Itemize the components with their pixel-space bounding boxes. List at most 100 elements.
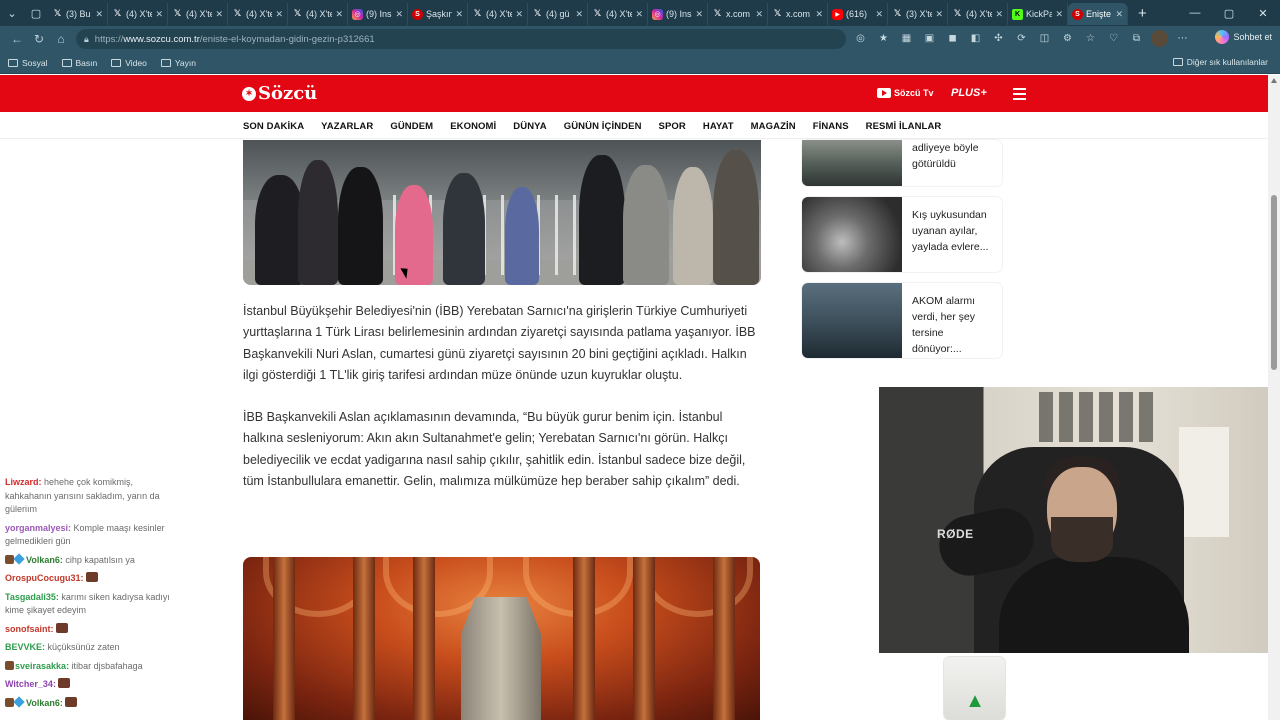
- nav-item[interactable]: YAZARLAR: [321, 121, 373, 132]
- sidebar-news-card[interactable]: AKOM alarmı verdi, her şey tersine dönüy…: [802, 283, 1002, 358]
- browser-tab[interactable]: 𝕏 (3) X'te ✕: [888, 3, 948, 25]
- address-bar[interactable]: 🔒︎ https://www.sozcu.com.tr/eniste-el-ko…: [76, 29, 846, 49]
- nav-item[interactable]: FİNANS: [813, 121, 849, 132]
- nav-item[interactable]: SPOR: [659, 121, 686, 132]
- chat-username: OrospuCocugu31: [5, 573, 81, 583]
- stream-chat-overlay: Liwzard: hehehe çok komikmiş, kahkahanın…: [5, 476, 173, 715]
- browser-tab[interactable]: ▶ (616) ✕: [828, 3, 888, 25]
- new-tab-button[interactable]: +: [1138, 5, 1147, 22]
- browser-tab[interactable]: S Enişte ✕: [1068, 3, 1128, 25]
- close-tab-icon[interactable]: ✕: [1115, 9, 1123, 20]
- workspaces-icon[interactable]: ▢: [24, 0, 48, 26]
- plus-link[interactable]: PLUS+: [951, 87, 987, 99]
- nav-item[interactable]: HAYAT: [703, 121, 734, 132]
- home-button[interactable]: ⌂: [50, 32, 72, 46]
- browser-tab[interactable]: 𝕏x.com ✕: [768, 3, 828, 25]
- browser-tab[interactable]: 𝕏 (4) X'te ✕: [168, 3, 228, 25]
- tab-title: (4) X'te: [186, 9, 213, 19]
- reader-icon[interactable]: ◎: [852, 30, 869, 47]
- bookmark-folder-sosyal[interactable]: Sosyal: [8, 58, 48, 68]
- x-icon: 𝕏: [293, 9, 302, 19]
- scrollbar-thumb[interactable]: [1271, 195, 1277, 370]
- extension-icon-1[interactable]: ▦: [898, 30, 915, 47]
- nav-item[interactable]: GÜNDEM: [390, 121, 433, 132]
- browser-tab[interactable]: ◎ (9) Ins ✕: [348, 3, 408, 25]
- tree-icon: ▲: [965, 690, 985, 712]
- browser-tab[interactable]: 𝕏 (4) X'te ✕: [588, 3, 648, 25]
- nav-item[interactable]: SON DAKİKA: [243, 121, 304, 132]
- browser-tab[interactable]: 𝕏 (4) X'te ✕: [468, 3, 528, 25]
- browser-essentials-icon[interactable]: ♡: [1105, 30, 1122, 47]
- close-window-button[interactable]: ✕: [1246, 7, 1280, 20]
- extension-icon-4[interactable]: ◧: [967, 30, 984, 47]
- tab-title: (4) X'te: [486, 9, 513, 19]
- split-screen-icon[interactable]: ◫: [1036, 30, 1053, 47]
- chat-message: yorganmalyesi: Komple maaşı kesinler gel…: [5, 522, 165, 547]
- more-menu-icon[interactable]: ⋯: [1174, 30, 1191, 47]
- bookmark-folder-yayin[interactable]: Yayın: [160, 58, 196, 68]
- close-tab-icon[interactable]: ✕: [335, 9, 343, 20]
- close-tab-icon[interactable]: ✕: [395, 9, 403, 20]
- close-tab-icon[interactable]: ✕: [455, 9, 463, 20]
- nav-item[interactable]: MAGAZİN: [751, 121, 796, 132]
- close-tab-icon[interactable]: ✕: [815, 9, 823, 20]
- maximize-button[interactable]: ▢: [1212, 7, 1246, 20]
- extension-icon-5[interactable]: ✣: [990, 30, 1007, 47]
- close-tab-icon[interactable]: ✕: [515, 9, 523, 20]
- sidebar-news-card[interactable]: adliyeye böyle götürüldü: [802, 140, 1002, 186]
- extension-icon-3[interactable]: ◼: [944, 30, 961, 47]
- favorite-star-icon[interactable]: ★: [875, 30, 892, 47]
- lock-icon[interactable]: 🔒︎: [84, 34, 89, 45]
- close-tab-icon[interactable]: ✕: [575, 9, 583, 20]
- browser-tab[interactable]: 𝕏 (4) X'te ✕: [948, 3, 1008, 25]
- browser-tab[interactable]: 𝕏 (3) Bu ✕: [48, 3, 108, 25]
- browser-tab[interactable]: K KickPa ✕: [1008, 3, 1068, 25]
- close-tab-icon[interactable]: ✕: [215, 9, 223, 20]
- nav-item[interactable]: DÜNYA: [513, 121, 546, 132]
- close-tab-icon[interactable]: ✕: [755, 9, 763, 20]
- close-tab-icon[interactable]: ✕: [1055, 9, 1063, 20]
- close-tab-icon[interactable]: ✕: [995, 9, 1003, 20]
- sozcu-tv-link[interactable]: Sözcü Tv: [877, 88, 934, 98]
- extensions-icon[interactable]: ⚙: [1059, 30, 1076, 47]
- browser-tab[interactable]: S Şaşkın ✕: [408, 3, 468, 25]
- back-button[interactable]: ←: [6, 32, 28, 46]
- chat-emote-icon: [56, 622, 69, 633]
- sozcu-logo[interactable]: ✶ Sözcü: [242, 83, 317, 104]
- chat-message: sveirasakka: itibar djsbafahaga: [5, 660, 173, 674]
- browser-tab[interactable]: 𝕏x.com ✕: [708, 3, 768, 25]
- browser-tab[interactable]: 𝕏 (4) gü ✕: [528, 3, 588, 25]
- close-tab-icon[interactable]: ✕: [935, 9, 943, 20]
- scroll-up-icon[interactable]: [1271, 78, 1277, 83]
- close-tab-icon[interactable]: ✕: [275, 9, 283, 20]
- hamburger-menu-icon[interactable]: [1013, 88, 1026, 103]
- profile-avatar[interactable]: [1151, 30, 1168, 47]
- nav-item[interactable]: GÜNÜN İÇİNDEN: [564, 121, 642, 132]
- bookmark-folder-basin[interactable]: Basın: [61, 58, 97, 68]
- extension-icon-6[interactable]: ⟳: [1013, 30, 1030, 47]
- browser-tab[interactable]: ◎ (9) Ins ✕: [648, 3, 708, 25]
- tab-actions-icon[interactable]: ⌄: [0, 0, 24, 26]
- diamond-badge-icon: [13, 695, 25, 708]
- screenshot-icon[interactable]: ⧉: [1128, 30, 1145, 47]
- copilot-button[interactable]: Sohbet et: [1215, 30, 1272, 44]
- close-tab-icon[interactable]: ✕: [95, 9, 103, 20]
- sidebar-news-card[interactable]: Kış uykusundan uyanan ayılar, yaylada ev…: [802, 197, 1002, 272]
- close-tab-icon[interactable]: ✕: [695, 9, 703, 20]
- page-scrollbar[interactable]: [1268, 75, 1280, 720]
- nav-item[interactable]: RESMİ İLANLAR: [866, 121, 942, 132]
- close-tab-icon[interactable]: ✕: [875, 9, 883, 20]
- browser-tab[interactable]: 𝕏 (4) X'te ✕: [228, 3, 288, 25]
- close-tab-icon[interactable]: ✕: [635, 9, 643, 20]
- close-tab-icon[interactable]: ✕: [155, 9, 163, 20]
- other-favorites-folder[interactable]: Diğer sık kullanılanlar: [1172, 57, 1268, 67]
- browser-tab[interactable]: 𝕏 (4) X'te ✕: [108, 3, 168, 25]
- browser-tab[interactable]: 𝕏 (4) X'te ✕: [288, 3, 348, 25]
- favorites-icon[interactable]: ☆: [1082, 30, 1099, 47]
- sozcu-icon: S: [1072, 8, 1083, 20]
- extension-icon-2[interactable]: ▣: [921, 30, 938, 47]
- minimize-button[interactable]: —: [1178, 7, 1212, 19]
- bookmark-folder-video[interactable]: Video: [111, 58, 147, 68]
- refresh-button[interactable]: ↻: [28, 32, 50, 46]
- nav-item[interactable]: EKONOMİ: [450, 121, 496, 132]
